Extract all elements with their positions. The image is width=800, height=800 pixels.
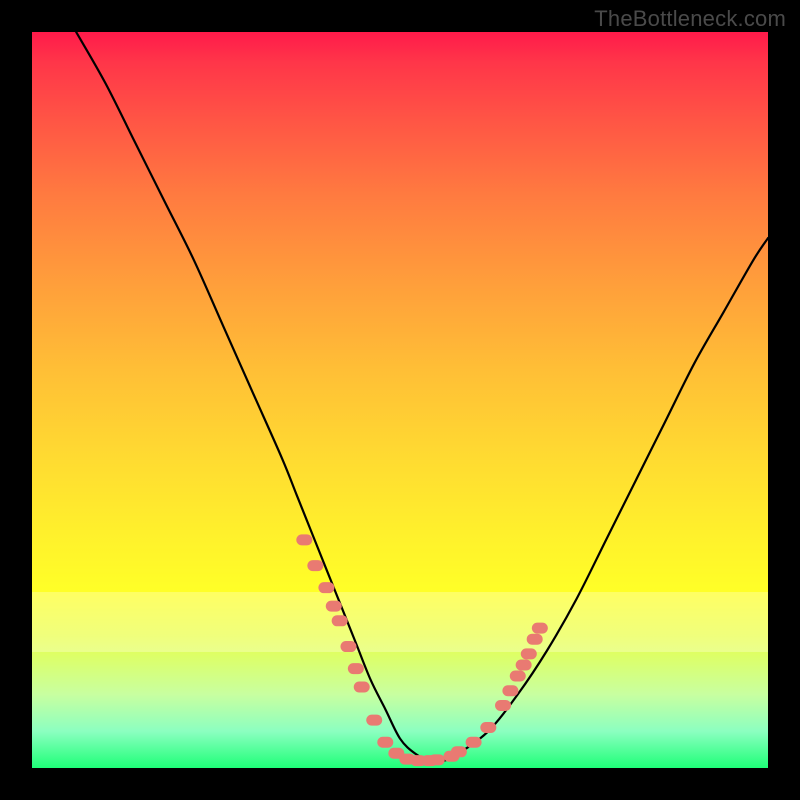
marker-dot (495, 700, 511, 711)
plot-area (32, 32, 768, 768)
chart-frame: TheBottleneck.com (0, 0, 800, 800)
marker-dot (527, 634, 543, 645)
marker-dot (340, 641, 356, 652)
marker-dot (348, 663, 364, 674)
marker-dot (502, 685, 518, 696)
marker-dot (332, 615, 348, 626)
marker-dot (510, 671, 526, 682)
chart-svg (32, 32, 768, 768)
marker-dot (451, 746, 467, 757)
marker-dot (318, 582, 334, 593)
marker-dot (326, 601, 342, 612)
marker-dot (532, 623, 548, 634)
watermark-text: TheBottleneck.com (594, 6, 786, 32)
marker-dot (366, 715, 382, 726)
marker-dot (296, 534, 312, 545)
bottleneck-curve (76, 32, 768, 762)
marker-dot (521, 648, 537, 659)
marker-dot (480, 722, 496, 733)
marker-dot (466, 737, 482, 748)
marker-dot (429, 754, 445, 765)
marker-dot (307, 560, 323, 571)
marker-group (296, 534, 548, 766)
marker-dot (377, 737, 393, 748)
marker-dot (516, 659, 532, 670)
marker-dot (354, 682, 370, 693)
